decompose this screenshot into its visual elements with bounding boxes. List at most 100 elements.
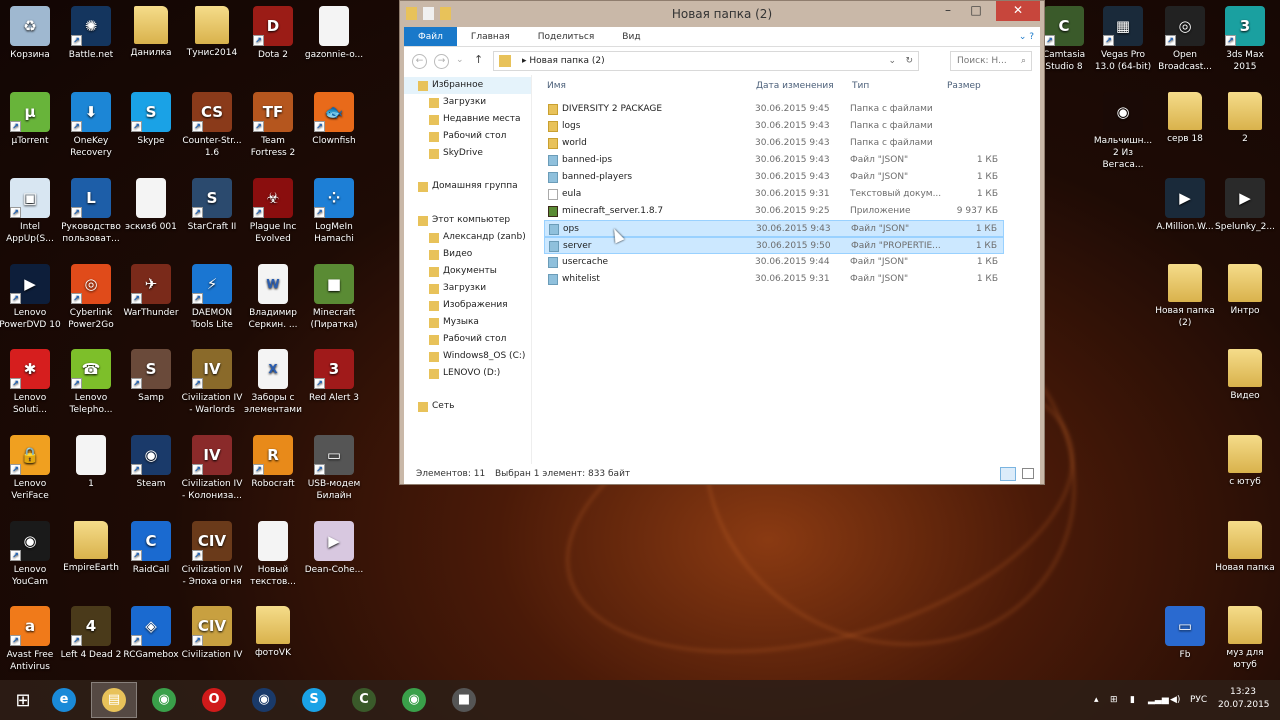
forward-button[interactable]: → <box>434 54 449 69</box>
help-icon[interactable]: ⌄ ? <box>1019 27 1040 46</box>
column-type[interactable]: Тип <box>852 81 869 91</box>
desktop-icon-корзина[interactable]: ♻ Корзина <box>0 6 61 61</box>
desktop-icon-left-4-dead-2[interactable]: 4 ↗ Left 4 Dead 2 <box>60 606 122 661</box>
desktop-icon-серв-18[interactable]: серв 18 <box>1154 92 1216 145</box>
nav-item-домашняя-группа[interactable]: Домашняя группа <box>418 178 518 195</box>
file-row[interactable]: eula 30.06.2015 9:31 Текстовый докум... 1 К… <box>544 186 1004 203</box>
desktop-icon-заборы-с-элементами[interactable]: X Заборы с элементами <box>242 349 304 416</box>
desktop-icon-эскиз6-001[interactable]: эскиз6 001 <box>120 178 182 233</box>
desktop-icon-lenovo-powerdvd-10[interactable]: ▶ ↗ Lenovo PowerDVD 10 <box>0 264 61 331</box>
nav-item-видео[interactable]: Видео <box>429 246 472 263</box>
clock[interactable]: 13:23 20.07.2015 <box>1218 686 1270 712</box>
taskbar-camtasia[interactable]: C <box>341 682 387 718</box>
desktop-icon-torrent[interactable]: µ ↗ µTorrent <box>0 92 61 147</box>
desktop-icon-intel-appup-s[interactable]: ▣ ↗ Intel AppUp(S... <box>0 178 61 245</box>
desktop-icon-civilization-iv-колониза[interactable]: IV ↗ Civilization IV - Колониза... <box>181 435 243 502</box>
desktop-icon-2[interactable]: 2 <box>1214 92 1276 145</box>
file-row[interactable]: banned-players 30.06.2015 9:43 Файл "JSON"… <box>544 169 1004 186</box>
tab-file[interactable]: Файл <box>404 27 457 46</box>
back-button[interactable]: ← <box>412 54 427 69</box>
desktop-icon-avast-free-antivirus[interactable]: a ↗ Avast Free Antivirus <box>0 606 61 673</box>
desktop-icon-интро[interactable]: Интро <box>1214 264 1276 317</box>
nav-item-александр-zanb[interactable]: Александр (zanb) <box>429 229 526 246</box>
nav-item-сеть[interactable]: Сеть <box>418 398 454 415</box>
nav-item-загрузки[interactable]: Загрузки <box>429 280 486 297</box>
desktop-icon-raidcall[interactable]: C ↗ RaidCall <box>120 521 182 576</box>
desktop-icon-муз-для-ютуб[interactable]: муз для ютуб <box>1214 606 1276 671</box>
file-row[interactable]: world 30.06.2015 9:43 Папка с файлами <box>544 135 1004 152</box>
nav-item-рабочий-стол[interactable]: Рабочий стол <box>429 331 506 348</box>
desktop-icon-plague-inc-evolved[interactable]: ☣ ↗ Plague Inc Evolved <box>242 178 304 245</box>
desktop-icon-daemon-tools-lite[interactable]: ⚡ ↗ DAEMON Tools Lite <box>181 264 243 331</box>
file-row[interactable]: minecraft_server.1.8.7 30.06.2015 9:25 При… <box>544 203 1004 220</box>
desktop-icon-с-ютуб[interactable]: с ютуб <box>1214 435 1276 488</box>
desktop-icon-robocraft[interactable]: R ↗ Robocraft <box>242 435 304 490</box>
desktop-icon-clownfish[interactable]: 🐟 ↗ Clownfish <box>303 92 365 147</box>
desktop-icon-skype[interactable]: S ↗ Skype <box>120 92 182 147</box>
large-icons-view-icon[interactable] <box>1022 468 1034 479</box>
column-date[interactable]: Дата изменения <box>756 81 834 91</box>
address-dropdown-icon[interactable]: ⌄ <box>888 52 896 70</box>
desktop-icon-steam[interactable]: ◉ ↗ Steam <box>120 435 182 490</box>
taskbar-chrome-app[interactable]: ◉ <box>391 682 437 718</box>
desktop-icon-spelunky-2[interactable]: ▶ Spelunky_2... <box>1214 178 1276 233</box>
desktop-icon-мальчишн-2-из-вегаса[interactable]: ◉ Мальчишн... 2 Из Вегаса... <box>1092 92 1154 171</box>
desktop-icon-red-alert-3[interactable]: 3 ↗ Red Alert 3 <box>303 349 365 404</box>
nav-item-избранное[interactable]: Избранное <box>404 77 531 94</box>
desktop-icon-civilization-iv-эпоха-огня[interactable]: CIV ↗ Civilization IV - Эпоха огня <box>181 521 243 588</box>
desktop-icon-minecraft-пиратка[interactable]: ■ Minecraft (Пиратка) <box>303 264 365 331</box>
desktop-icon-тунис2014[interactable]: Тунис2014 <box>181 6 243 59</box>
desktop-icon-lenovo-veriface[interactable]: 🔒 ↗ Lenovo VeriFace <box>0 435 61 502</box>
desktop-icon-civilization-iv[interactable]: CIV ↗ Civilization IV <box>181 606 243 661</box>
desktop-icon-руководство-пользоват[interactable]: L ↗ Руководство пользоват... <box>60 178 122 245</box>
tab-home[interactable]: Главная <box>457 27 524 46</box>
desktop-icon-3ds-max-2015[interactable]: 3 ↗ 3ds Max 2015 <box>1214 6 1276 73</box>
address-bar[interactable]: ▸ Новая папка (2) ⌄ ↻ <box>493 51 919 71</box>
network-icon[interactable]: ▂▃▅ <box>1148 680 1169 720</box>
desktop-icon-usb-модем-билайн[interactable]: ▭ ↗ USB-модем Билайн <box>303 435 365 502</box>
file-row[interactable]: usercache 30.06.2015 9:44 Файл "JSON" 1 КБ <box>544 254 1004 271</box>
taskbar-chrome[interactable]: ◉ <box>141 682 187 718</box>
desktop-icon-team-fortress-2[interactable]: TF ↗ Team Fortress 2 <box>242 92 304 159</box>
file-row[interactable]: banned-ips 30.06.2015 9:43 Файл "JSON" 1 КБ <box>544 152 1004 169</box>
volume-icon[interactable]: ◀) <box>1170 680 1180 720</box>
desktop-icon-данилка[interactable]: Данилка <box>120 6 182 59</box>
desktop-icon-logmein-hamachi[interactable]: ⁘ ↗ LogMeIn Hamachi <box>303 178 365 245</box>
desktop-icon-lenovo-soluti[interactable]: ✱ ↗ Lenovo Soluti... <box>0 349 61 416</box>
desktop-icon-новый-текстов[interactable]: Новый текстов... <box>242 521 304 588</box>
nav-item-skydrive[interactable]: SkyDrive <box>429 145 483 162</box>
nav-item-windows8-os-c[interactable]: Windows8_OS (C:) <box>429 348 525 365</box>
desktop-icon-counter-str-1-6[interactable]: CS ↗ Counter-Str... 1.6 <box>181 92 243 159</box>
desktop-icon-vegas-pro-13-0-64-bit[interactable]: ▦ ↗ Vegas Pro 13.0 (64-bit) <box>1092 6 1154 73</box>
file-row[interactable]: logs 30.06.2015 9:43 Папка с файлами <box>544 118 1004 135</box>
nav-item-рабочий-стол[interactable]: Рабочий стол <box>429 128 506 145</box>
file-row[interactable]: whitelist 30.06.2015 9:31 Файл "JSON" 1 КБ <box>544 271 1004 288</box>
start-button[interactable]: ⊞ <box>0 682 46 718</box>
desktop-icon-1[interactable]: 1 <box>60 435 122 490</box>
file-row[interactable]: DIVERSITY 2 PACKAGE 30.06.2015 9:45 Папка … <box>544 101 1004 118</box>
taskbar-minecraft-server[interactable]: ■ <box>441 682 487 718</box>
nav-item-недавние-места[interactable]: Недавние места <box>429 111 521 128</box>
close-button[interactable]: ✕ <box>996 1 1040 21</box>
column-size[interactable]: Размер <box>947 81 981 91</box>
language-indicator[interactable]: РУС <box>1190 680 1207 720</box>
desktop-icon-rcgamebox[interactable]: ◈ ↗ RCGamebox <box>120 606 182 661</box>
nav-item-музыка[interactable]: Музыка <box>429 314 479 331</box>
desktop-icon-видео[interactable]: Видео <box>1214 349 1276 402</box>
desktop-icon-новая-папка[interactable]: Новая папка <box>1214 521 1276 574</box>
desktop-icon-civilization-iv-warlords[interactable]: IV ↗ Civilization IV - Warlords <box>181 349 243 416</box>
nav-item-этот-компьютер[interactable]: Этот компьютер <box>418 212 510 229</box>
taskbar-skype[interactable]: S <box>291 682 337 718</box>
desktop-icon-fb[interactable]: ▭ Fb <box>1154 606 1216 661</box>
desktop-icon-empireearth[interactable]: EmpireEarth <box>60 521 122 574</box>
desktop-icon-lenovo-youcam[interactable]: ◉ ↗ Lenovo YouCam <box>0 521 61 588</box>
details-view-icon[interactable] <box>1000 467 1016 481</box>
nav-item-lenovo-d[interactable]: LENOVO (D:) <box>429 365 500 382</box>
taskbar-opera[interactable]: O <box>191 682 237 718</box>
desktop-icon-cyberlink-power2go[interactable]: ◎ ↗ Cyberlink Power2Go <box>60 264 122 331</box>
desktop-icon-starcraft-ii[interactable]: S ↗ StarCraft II <box>181 178 243 233</box>
tab-view[interactable]: Вид <box>608 27 654 46</box>
battery-icon[interactable]: ▮ <box>1130 680 1135 720</box>
desktop-icon-onekey-recovery[interactable]: ⬇ ↗ OneKey Recovery <box>60 92 122 159</box>
desktop-icon-samp[interactable]: S ↗ Samp <box>120 349 182 404</box>
